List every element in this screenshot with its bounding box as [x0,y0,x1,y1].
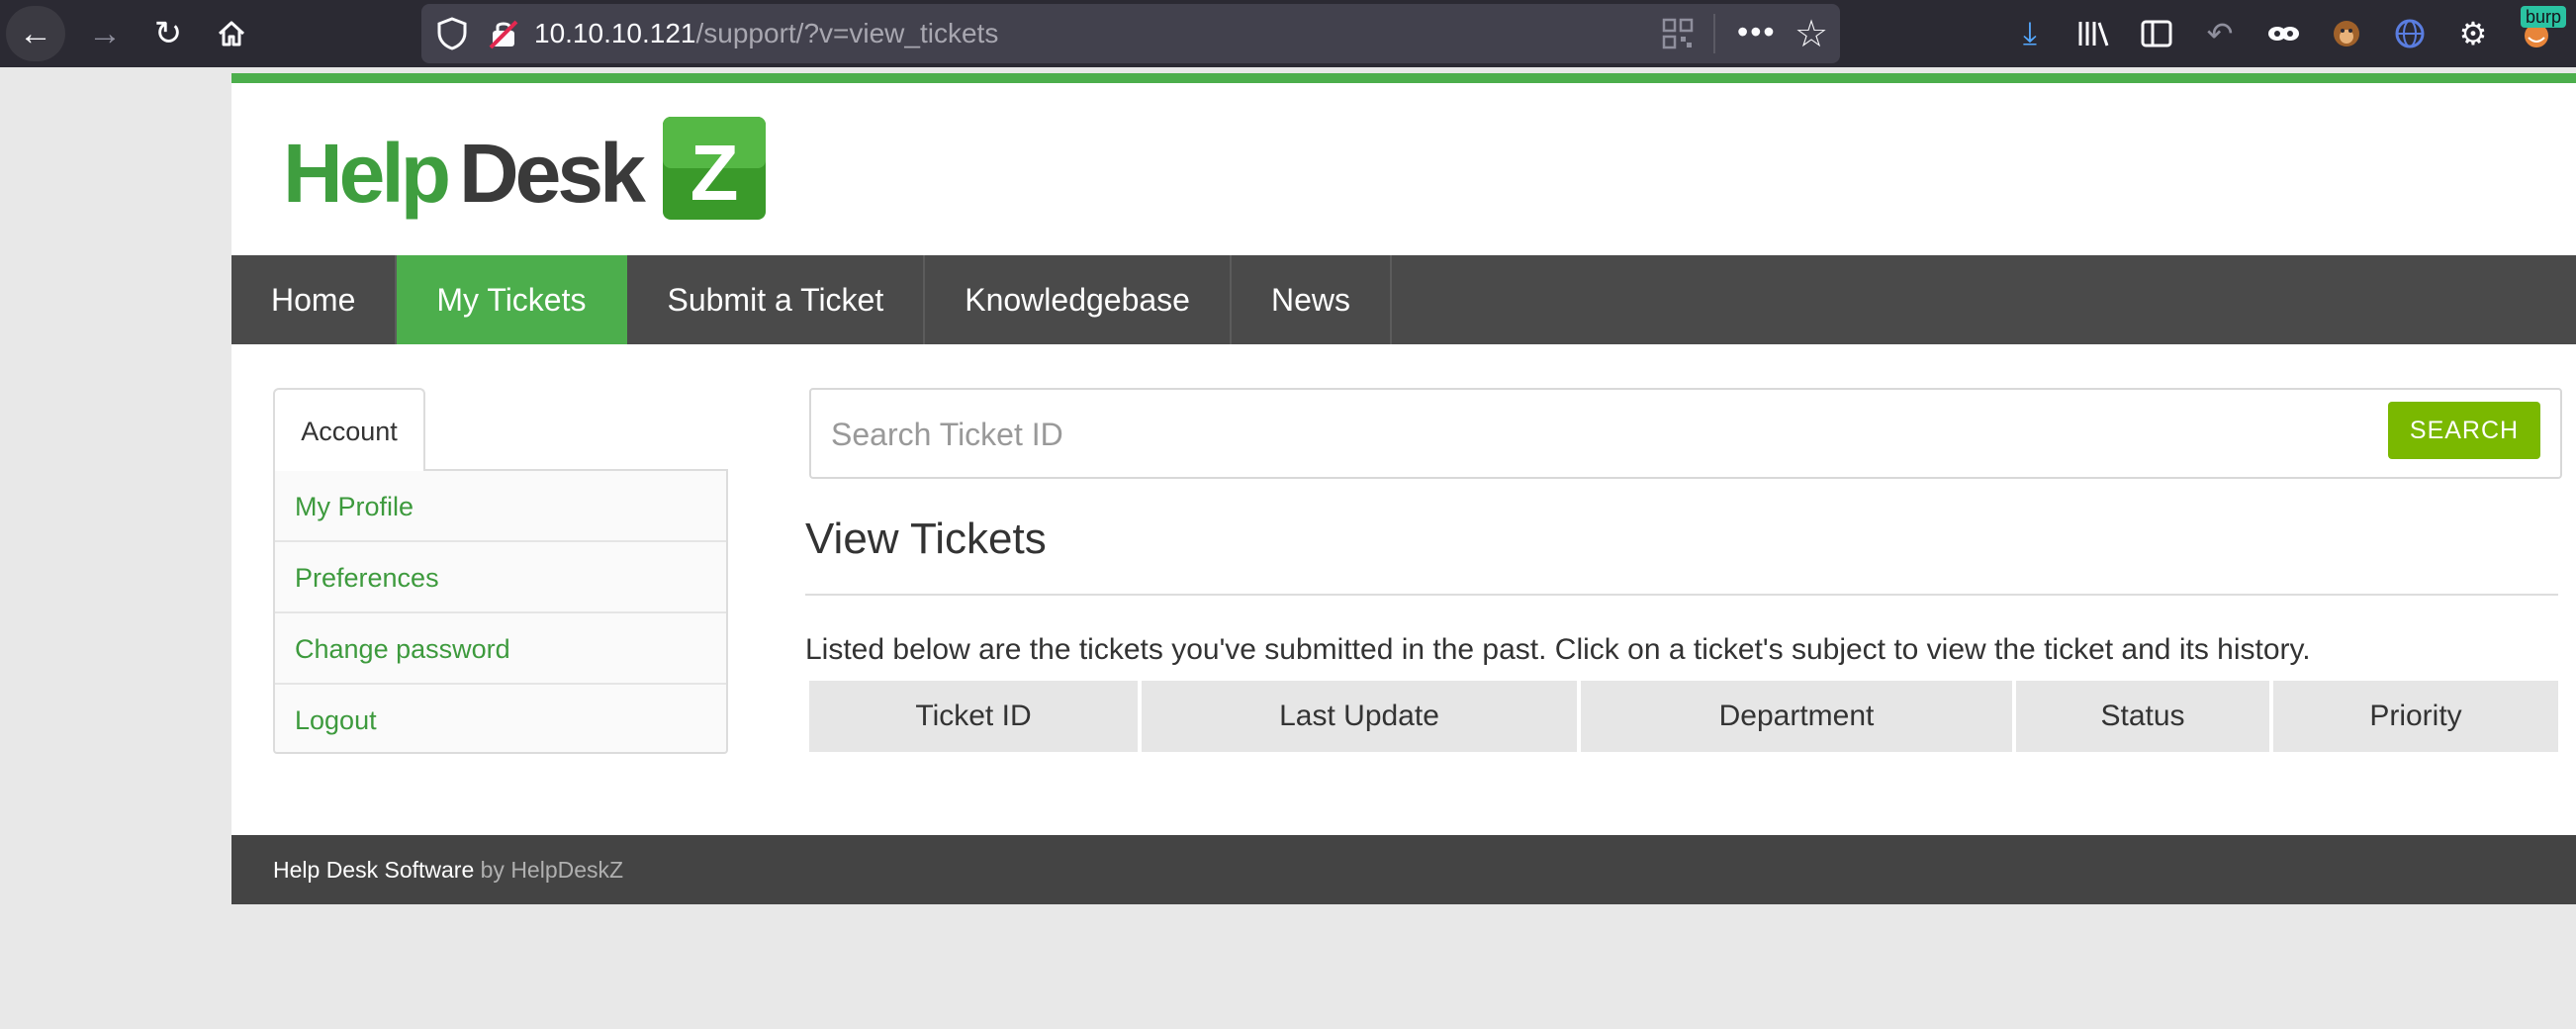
nav-news[interactable]: News [1232,255,1392,344]
main-nav: Home My Tickets Submit a Ticket Knowledg… [231,255,2576,344]
tickets-description: Listed below are the tickets you've subm… [805,633,2311,666]
insecure-lock-icon[interactable] [489,18,518,49]
sidebar-item-my-profile[interactable]: My Profile [275,471,726,542]
nav-submit-ticket[interactable]: Submit a Ticket [627,255,926,344]
logo-text-desk: Desk [459,127,646,220]
url-text[interactable]: 10.10.10.121/support/?v=view_tickets [534,4,998,63]
search-button[interactable]: SEARCH [2388,402,2540,459]
column-priority[interactable]: Priority [2273,681,2558,752]
column-ticket-id[interactable]: Ticket ID [809,681,1142,752]
nav-knowledgebase[interactable]: Knowledgebase [925,255,1232,344]
sidebar-item-preferences[interactable]: Preferences [275,542,726,613]
title-divider [805,594,2558,596]
qr-code-icon[interactable] [1662,18,1694,49]
shield-icon[interactable] [435,16,469,51]
column-last-update[interactable]: Last Update [1142,681,1581,752]
browser-toolbar: ← → ↻ 10.10.10.121/support/?v=view_ticke… [0,0,2576,67]
account-menu: My Profile Preferences Change password L… [273,469,728,754]
ticket-id-search-input[interactable] [831,408,2354,461]
downloads-icon[interactable]: ⤓ [2006,10,2054,57]
tickets-table-header: Ticket ID Last Update Department Status … [809,681,2558,752]
extension-monkey-icon[interactable] [2323,10,2370,57]
tab-account[interactable]: Account [273,388,425,471]
forward-arrow-icon[interactable]: → [75,6,135,61]
logo-text-help: Help [283,127,448,220]
ticket-search-form: SEARCH [809,388,2562,479]
library-icon[interactable] [2070,10,2117,57]
sidebar-item-change-password[interactable]: Change password [275,613,726,685]
nav-my-tickets[interactable]: My Tickets [397,255,628,344]
footer-text: Help Desk Software by HelpDeskZ [273,835,623,904]
column-department[interactable]: Department [1581,681,2016,752]
page-footer: Help Desk Software by HelpDeskZ [231,835,2576,904]
footer-software-link[interactable]: Help Desk Software [273,857,474,883]
url-path: /support/?v=view_tickets [695,18,999,48]
url-bar[interactable]: 10.10.10.121/support/?v=view_tickets •••… [421,4,1840,63]
sidebar-toggle-icon[interactable] [2133,10,2180,57]
extension-eyes-icon[interactable] [2259,10,2307,57]
logo-text-z: Z [690,129,739,217]
urlbar-separator [1713,14,1715,53]
extension-globe-icon[interactable] [2386,10,2434,57]
column-status[interactable]: Status [2016,681,2273,752]
top-accent-bar [231,73,2576,83]
nav-home[interactable]: Home [231,255,398,344]
page-content: Help Desk Z Home My Tickets Submit a Tic… [231,73,2576,904]
reload-icon[interactable]: ↻ [138,6,198,61]
sidebar-item-logout[interactable]: Logout [275,685,726,756]
page-title: View Tickets [805,514,1047,563]
helpdeskz-logo[interactable]: Help Desk Z [283,115,768,226]
burp-badge: burp [2521,6,2567,28]
footer-by: by HelpDeskZ [480,857,624,883]
url-host: 10.10.10.121 [534,18,696,48]
settings-gear-icon[interactable]: ⚙ [2449,10,2497,57]
more-actions-icon[interactable]: ••• [1737,4,1777,59]
home-icon[interactable] [202,6,261,61]
back-arrow-icon[interactable]: ← [6,6,65,61]
undo-arrow-icon[interactable]: ↶ [2196,10,2244,57]
bookmark-star-icon[interactable]: ☆ [1794,12,1828,56]
